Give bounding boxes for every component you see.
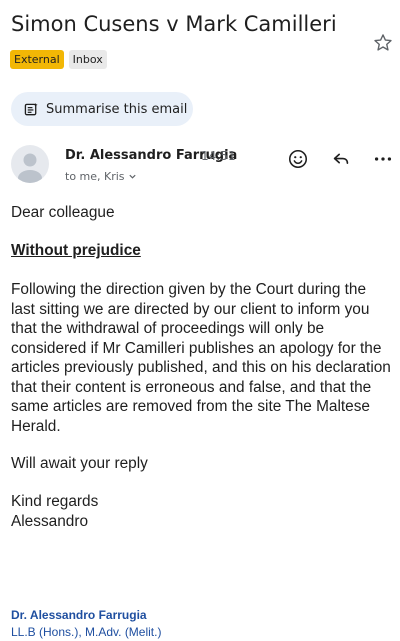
inbox-label[interactable]: Inbox bbox=[68, 50, 107, 69]
email-subject: Simon Cusens v Mark Camilleri bbox=[11, 12, 337, 36]
reply-icon bbox=[333, 153, 349, 164]
more-options-button[interactable] bbox=[372, 148, 394, 170]
signature-qualifications: LL.B (Hons.), M.Adv. (Melit.) bbox=[11, 625, 162, 639]
email-time: 14:51 bbox=[201, 149, 236, 163]
email-heading: Without prejudice bbox=[11, 242, 141, 259]
emoji-react-button[interactable] bbox=[287, 148, 309, 170]
signature-name: Dr. Alessandro Farrugia bbox=[11, 608, 147, 622]
summarise-button[interactable]: Summarise this email bbox=[11, 92, 193, 126]
avatar-person-icon bbox=[18, 153, 42, 183]
more-options-icon bbox=[374, 157, 392, 161]
avatar[interactable] bbox=[11, 145, 49, 183]
email-paragraph: Following the direction given by the Cou… bbox=[11, 281, 391, 435]
email-closing: Kind regards Alessandro bbox=[11, 492, 391, 531]
external-label[interactable]: External bbox=[10, 50, 64, 69]
closing-name: Alessandro bbox=[11, 512, 88, 530]
summarise-label: Summarise this email bbox=[46, 101, 188, 117]
email-greeting: Dear colleague bbox=[11, 204, 115, 221]
recipients-toggle[interactable]: to me, Kris bbox=[65, 170, 137, 183]
reply-button[interactable] bbox=[330, 148, 352, 170]
closing-regards: Kind regards bbox=[11, 493, 99, 510]
email-await-reply: Will await your reply bbox=[11, 455, 148, 472]
recipients-text: to me, Kris bbox=[65, 170, 125, 183]
summarise-icon bbox=[24, 102, 38, 115]
chevron-down-icon bbox=[128, 174, 136, 179]
star-icon[interactable] bbox=[372, 32, 394, 54]
label-chips: External Inbox bbox=[10, 50, 107, 69]
emoji-react-icon bbox=[288, 149, 308, 169]
